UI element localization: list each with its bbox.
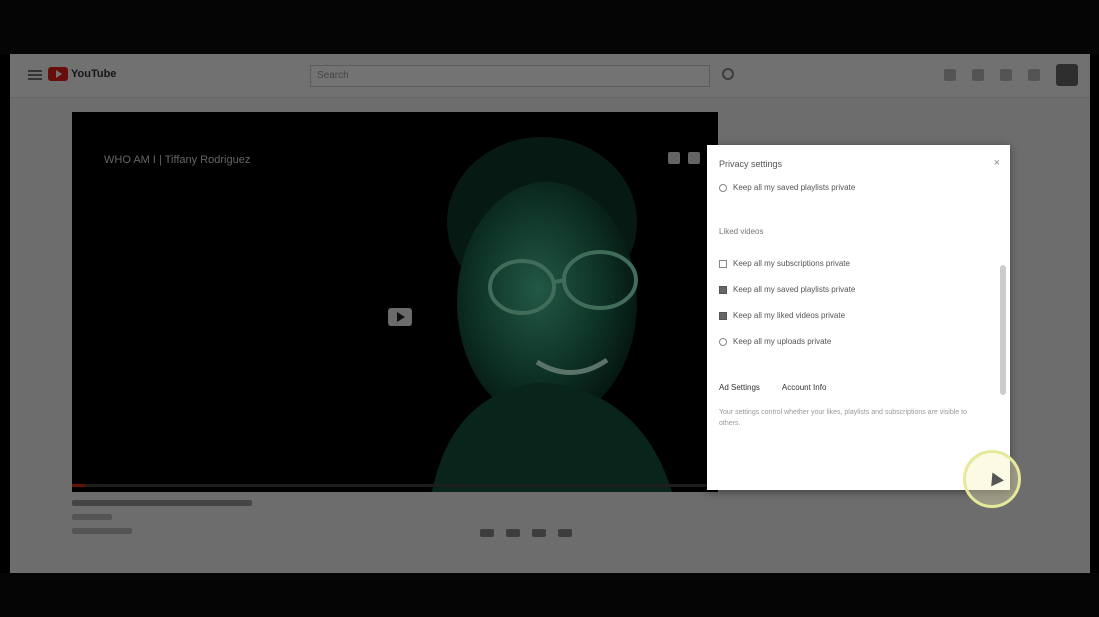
messages-icon[interactable] <box>1000 69 1012 81</box>
checkbox-1[interactable] <box>719 259 727 268</box>
option-row-3[interactable]: Keep all my liked videos private <box>719 311 845 320</box>
more-icon[interactable] <box>558 529 572 537</box>
action-controls <box>480 529 572 537</box>
letterbox-top <box>0 0 1099 54</box>
apps-icon[interactable] <box>972 69 984 81</box>
option-label: Keep all my uploads private <box>733 337 832 346</box>
section-label: Liked videos <box>719 227 764 236</box>
watch-later-icon[interactable] <box>668 152 680 164</box>
close-icon[interactable]: × <box>994 157 1000 169</box>
share-action-icon[interactable] <box>532 529 546 537</box>
browser-screen: YouTube Search WHO AM I | Tiffany Rodrig… <box>10 54 1090 573</box>
top-icons <box>944 64 1078 86</box>
checkbox-2[interactable] <box>719 285 727 294</box>
panel-note: Your settings control whether your likes… <box>719 409 967 427</box>
video-frame-person <box>432 137 672 492</box>
channel-line <box>72 514 112 520</box>
video-title-line <box>72 500 252 506</box>
option-label: Keep all my saved playlists private <box>733 285 856 294</box>
panel-title: Privacy settings <box>719 159 783 169</box>
radio-top[interactable] <box>719 183 727 192</box>
play-button[interactable] <box>388 308 412 326</box>
like-icon[interactable] <box>480 529 494 537</box>
youtube-logo[interactable] <box>48 67 68 81</box>
checkbox-4[interactable] <box>719 337 727 346</box>
option-row-4[interactable]: Keep all my uploads private <box>719 337 831 346</box>
option-label: Keep all my liked videos private <box>733 311 846 320</box>
panel-scrollbar[interactable] <box>1000 265 1006 395</box>
search-input[interactable]: Search <box>310 65 710 87</box>
video-title-overlay[interactable]: WHO AM I | Tiffany Rodriguez <box>104 154 250 166</box>
letterbox-bottom <box>0 573 1099 617</box>
views-line <box>72 528 132 534</box>
option-row-top[interactable]: Keep all my saved playlists private <box>719 183 855 192</box>
video-info <box>72 496 718 573</box>
account-info-link[interactable]: Account Info <box>782 383 826 392</box>
upload-icon[interactable] <box>944 69 956 81</box>
ad-settings-link[interactable]: Ad Settings <box>719 383 760 392</box>
option-row-2[interactable]: Keep all my saved playlists private <box>719 285 855 294</box>
search-icon[interactable] <box>722 68 734 80</box>
option-row-1[interactable]: Keep all my subscriptions private <box>719 259 850 268</box>
option-label: Keep all my saved playlists private <box>733 183 856 192</box>
youtube-wordmark[interactable]: YouTube <box>71 68 116 80</box>
option-label: Keep all my subscriptions private <box>733 259 850 268</box>
progress-fill <box>72 484 85 487</box>
privacy-settings-panel: Privacy settings × Keep all my saved pla… <box>707 145 1010 490</box>
panel-links: Ad Settings Account Info <box>719 383 826 392</box>
video-player[interactable]: WHO AM I | Tiffany Rodriguez <box>72 112 718 492</box>
notifications-icon[interactable] <box>1028 69 1040 81</box>
progress-bar[interactable] <box>72 484 718 487</box>
checkbox-3[interactable] <box>719 311 727 320</box>
video-overlay-icons <box>668 152 700 164</box>
share-icon[interactable] <box>688 152 700 164</box>
avatar[interactable] <box>1056 64 1078 86</box>
top-bar: YouTube Search <box>10 54 1090 98</box>
dislike-icon[interactable] <box>506 529 520 537</box>
menu-icon[interactable] <box>28 70 42 80</box>
